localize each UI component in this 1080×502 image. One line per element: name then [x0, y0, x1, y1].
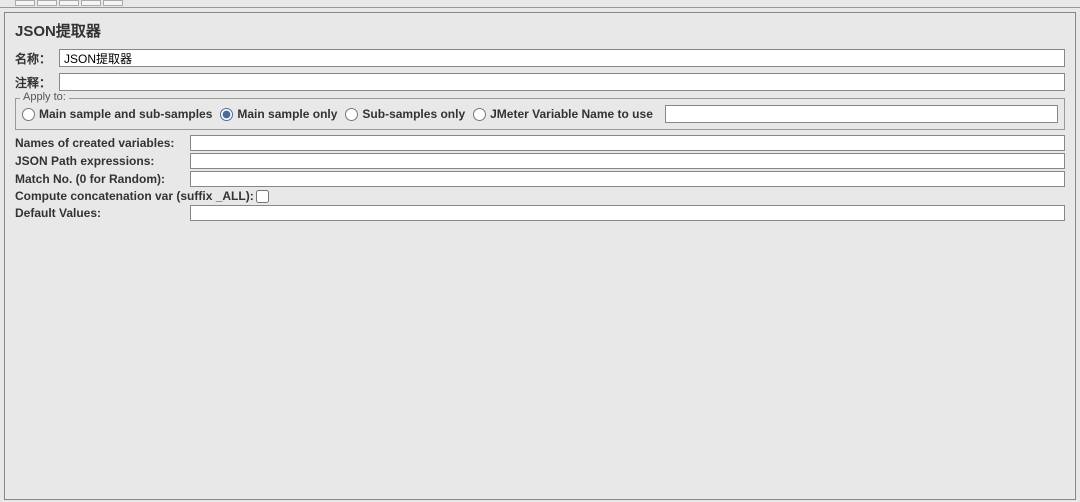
json-path-label: JSON Path expressions: [15, 154, 190, 168]
apply-to-radio-row: Main sample and sub-samples Main sample … [22, 105, 1058, 123]
apply-to-legend: Apply to: [20, 91, 69, 103]
toolbar-button[interactable] [37, 0, 57, 6]
radio-sub-only[interactable]: Sub-samples only [345, 107, 465, 121]
toolbar-button[interactable] [59, 0, 79, 6]
radio-jmeter-var-input[interactable] [473, 108, 486, 121]
match-no-label: Match No. (0 for Random): [15, 172, 190, 186]
radio-label: Sub-samples only [362, 107, 465, 121]
names-row: Names of created variables: [5, 134, 1075, 152]
toolbar-button[interactable] [103, 0, 123, 6]
json-path-row: JSON Path expressions: [5, 152, 1075, 170]
apply-to-group: Apply to: Main sample and sub-samples Ma… [15, 98, 1065, 130]
concat-checkbox[interactable] [256, 190, 269, 203]
name-input[interactable] [59, 49, 1065, 67]
name-label: 名称： [15, 50, 59, 67]
toolbar-button[interactable] [81, 0, 101, 6]
toolbar-button[interactable] [15, 0, 35, 6]
radio-label: Main sample only [237, 107, 337, 121]
comment-row: 注释： [5, 70, 1075, 94]
radio-label: Main sample and sub-samples [39, 107, 212, 121]
names-input[interactable] [190, 135, 1065, 151]
match-no-row: Match No. (0 for Random): [5, 170, 1075, 188]
default-label: Default Values: [15, 206, 190, 220]
panel-title: JSON提取器 [5, 13, 1075, 46]
radio-main-only-input[interactable] [220, 108, 233, 121]
json-path-input[interactable] [190, 153, 1065, 169]
radio-label: JMeter Variable Name to use [490, 107, 653, 121]
default-row: Default Values: [5, 204, 1075, 222]
match-no-input[interactable] [190, 171, 1065, 187]
concat-label: Compute concatenation var (suffix _ALL): [15, 189, 254, 203]
comment-input[interactable] [59, 73, 1065, 91]
json-extractor-panel: JSON提取器 名称： 注释： Apply to: Main sample an… [4, 12, 1076, 500]
radio-jmeter-var[interactable]: JMeter Variable Name to use [473, 107, 653, 121]
radio-main-and-sub[interactable]: Main sample and sub-samples [22, 107, 212, 121]
concat-row: Compute concatenation var (suffix _ALL): [5, 188, 1075, 204]
radio-sub-only-input[interactable] [345, 108, 358, 121]
names-label: Names of created variables: [15, 136, 190, 150]
name-row: 名称： [5, 46, 1075, 70]
radio-main-and-sub-input[interactable] [22, 108, 35, 121]
radio-main-only[interactable]: Main sample only [220, 107, 337, 121]
default-input[interactable] [190, 205, 1065, 221]
comment-label: 注释： [15, 74, 59, 91]
jmeter-var-input[interactable] [665, 105, 1058, 123]
toolbar [0, 0, 1080, 8]
